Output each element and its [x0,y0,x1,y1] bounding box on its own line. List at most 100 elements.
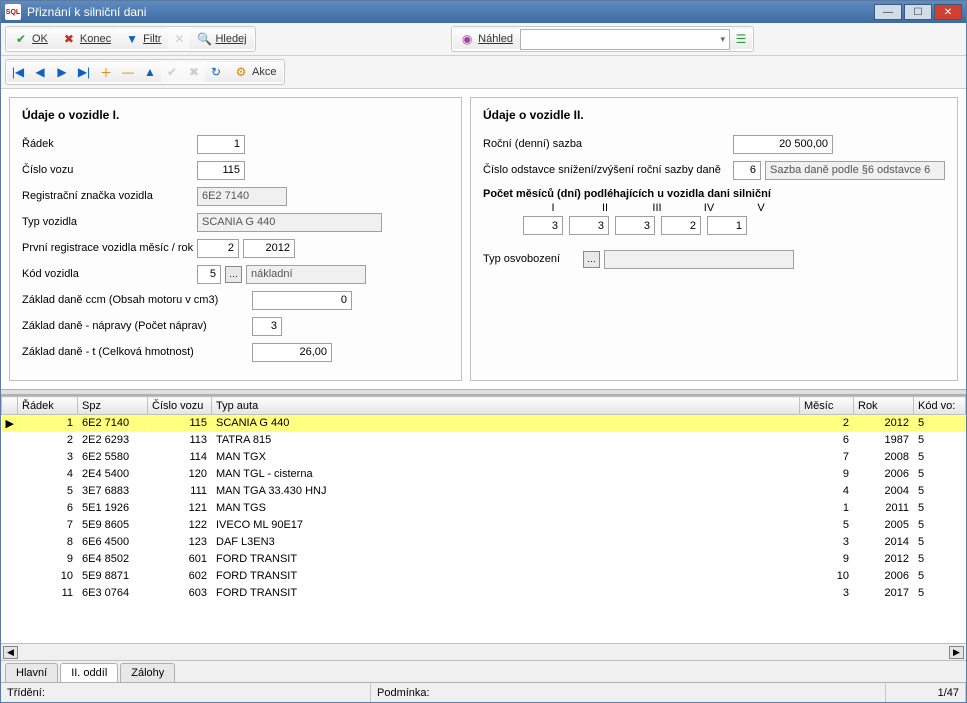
col-cislo-vozu[interactable]: Číslo vozu [148,397,212,415]
funnel-clear-icon: ✕ [172,32,186,46]
table-row[interactable]: 116E3 0764603FORD TRANSIT320175 [2,585,966,602]
scroll-left-icon[interactable]: ◀ [3,646,18,659]
prev-button[interactable]: ◀ [29,61,51,83]
hledej-button[interactable]: 🔍 Hledej [190,28,253,50]
table-row[interactable]: 96E4 8502601FORD TRANSIT920125 [2,551,966,568]
remove-button[interactable]: — [117,61,139,83]
table-row[interactable]: 65E1 1926121MAN TGS120115 [2,500,966,517]
cislo-vozu-label: Číslo vozu [22,164,197,176]
zaklad-ccm-field[interactable] [252,291,352,310]
col-typ-auta[interactable]: Typ auta [212,397,800,415]
radek-field[interactable] [197,135,245,154]
up-button[interactable]: ▲ [139,61,161,83]
first-icon: |◀ [11,65,25,79]
first-button[interactable]: |◀ [7,61,29,83]
filter-clear-button[interactable]: ✕ [168,28,190,50]
cancel-button[interactable]: ✖ [183,61,205,83]
mesic-field-2[interactable] [569,216,609,235]
list-button[interactable]: ☰ [730,28,752,50]
col-rok[interactable]: Rok [854,397,914,415]
scroll-right-icon[interactable]: ▶ [949,646,964,659]
table-row[interactable]: 22E2 6293113TATRA 815619875 [2,432,966,449]
gear-icon: ⚙ [234,65,248,79]
kod-vozidla-field[interactable] [197,265,221,284]
cislo-vozu-field[interactable] [197,161,245,180]
close-button[interactable]: ✕ [934,4,962,20]
col-radek[interactable]: Řádek [18,397,78,415]
table-row[interactable]: 105E9 8871602FORD TRANSIT1020065 [2,568,966,585]
eye-icon: ◉ [460,32,474,46]
next-icon: ▶ [55,65,69,79]
zaklad-t-field[interactable] [252,343,332,362]
filtr-button[interactable]: ▼ Filtr [118,28,168,50]
table-row[interactable]: 86E6 4500123DAF L3EN3320145 [2,534,966,551]
mesic-label-3: III [637,202,677,214]
toolbar-nav: |◀ ◀ ▶ ▶| ＋ — ▲ ✔ ✖ ↻ ⚙ Akce [1,56,966,89]
status-podminka: Podmínka: [371,683,886,702]
kod-vozidla-text-field [246,265,366,284]
window-title: Přiznání k silniční dani [27,5,874,19]
bottom-tabs: Hlavní II. oddíl Zálohy [1,660,966,682]
mesic-field-5[interactable] [707,216,747,235]
mesicu-header: Počet měsíců (dní) podléhajících u vozid… [483,188,945,200]
col-spz[interactable]: Spz [78,397,148,415]
nahled-button[interactable]: ◉ Náhled [453,28,520,50]
mesic-label-5: V [741,202,781,214]
tab-hlavni[interactable]: Hlavní [5,663,58,682]
grid-header-row: Řádek Spz Číslo vozu Typ auta Měsíc Rok … [2,397,966,415]
horizontal-scrollbar[interactable]: ◀ ▶ [1,643,966,660]
odstavec-field[interactable] [733,161,761,180]
table-row[interactable]: 36E2 5580114MAN TGX720085 [2,449,966,466]
spz-label: Registrační značka vozidla [22,190,197,202]
spz-field[interactable] [197,187,287,206]
mesic-labels-row: I II III IV V [483,202,945,214]
up-icon: ▲ [143,65,157,79]
typ-vozidla-field[interactable] [197,213,382,232]
prvni-reg-label: První registrace vozidla měsíc / rok [22,242,197,254]
ok-button[interactable]: ✔ OK [7,28,55,50]
col-kod[interactable]: Kód vo: [914,397,966,415]
mesic-field-1[interactable] [523,216,563,235]
next-button[interactable]: ▶ [51,61,73,83]
report-dropdown[interactable] [520,29,730,50]
last-button[interactable]: ▶| [73,61,95,83]
panel-vehicle-1: Údaje o vozidle I. Řádek Číslo vozu Regi… [9,97,462,381]
sazba-field[interactable] [733,135,833,154]
table-row[interactable]: ▶16E2 7140115SCANIA G 440220125 [2,415,966,432]
table-row[interactable]: 42E4 5400120MAN TGL - cisterna920065 [2,466,966,483]
osvobozeni-lookup-button[interactable]: … [583,251,600,268]
prev-icon: ◀ [33,65,47,79]
minimize-button[interactable]: — [874,4,902,20]
confirm-button[interactable]: ✔ [161,61,183,83]
zaklad-napravy-field[interactable] [252,317,282,336]
table-row[interactable]: 75E9 8605122IVECO ML 90E17520055 [2,517,966,534]
maximize-button[interactable]: ☐ [904,4,932,20]
table-row[interactable]: 53E7 6883111MAN TGA 33.430 HNJ420045 [2,483,966,500]
mesic-field-4[interactable] [661,216,701,235]
plus-icon: ＋ [99,65,113,79]
refresh-button[interactable]: ↻ [205,61,227,83]
status-bar: Třídění: Podmínka: 1/47 [1,682,966,702]
add-button[interactable]: ＋ [95,61,117,83]
tab-oddil-2[interactable]: II. oddíl [60,663,118,682]
akce-button[interactable]: ⚙ Akce [227,61,283,83]
typ-vozidla-label: Typ vozidla [22,216,197,228]
col-indicator[interactable] [2,397,18,415]
cross-icon: ✖ [62,32,76,46]
search-icon: 🔍 [197,32,211,46]
prvni-reg-mesic-field[interactable] [197,239,239,258]
odstavec-text-field [765,161,945,180]
mesic-label-4: IV [689,202,729,214]
app-window: SQL Přiznání k silniční dani — ☐ ✕ ✔ OK … [0,0,967,703]
col-mesic[interactable]: Měsíc [800,397,854,415]
sazba-label: Roční (denní) sazba [483,138,733,150]
toolbar-main: ✔ OK ✖ Konec ▼ Filtr ✕ 🔍 Hledej ◉ [1,23,966,56]
mesic-field-3[interactable] [615,216,655,235]
tab-zalohy[interactable]: Zálohy [120,663,175,682]
prvni-reg-rok-field[interactable] [243,239,295,258]
kod-lookup-button[interactable]: … [225,266,242,283]
osvobozeni-field [604,250,794,269]
zaklad-t-label: Základ daně - t (Celková hmotnost) [22,346,252,358]
check-icon: ✔ [14,32,28,46]
konec-button[interactable]: ✖ Konec [55,28,118,50]
